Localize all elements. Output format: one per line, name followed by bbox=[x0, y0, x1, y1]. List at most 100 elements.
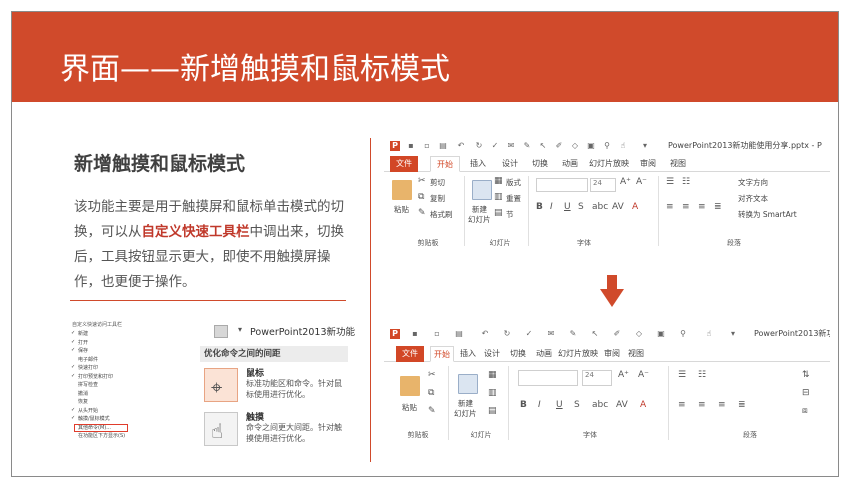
reset-icon[interactable]: ▥ bbox=[488, 388, 497, 398]
draw-icon[interactable]: ✎ bbox=[522, 141, 532, 151]
tab-design[interactable]: 设计 bbox=[496, 156, 524, 172]
format-icon[interactable]: ✐ bbox=[554, 141, 564, 151]
menu-item[interactable]: 从头开始 bbox=[78, 407, 98, 414]
smartart-icon[interactable]: ⧈ bbox=[802, 406, 808, 416]
font-size-select[interactable]: 24 bbox=[582, 370, 612, 386]
menu-item[interactable]: 快速打印 bbox=[78, 364, 98, 371]
picture-icon[interactable]: ▣ bbox=[586, 141, 596, 151]
new-slide-icon[interactable] bbox=[472, 180, 492, 200]
menu-item[interactable]: 打开 bbox=[78, 339, 88, 346]
save-icon[interactable]: ▪ bbox=[410, 329, 420, 339]
bullets-icon[interactable]: ☰ bbox=[666, 177, 674, 187]
underline-icon[interactable]: U bbox=[564, 202, 571, 212]
numbering-icon[interactable]: ☷ bbox=[698, 370, 706, 380]
tab-animations[interactable]: 动画 bbox=[556, 156, 584, 172]
save-icon[interactable]: ▪ bbox=[406, 141, 416, 151]
tab-view[interactable]: 视图 bbox=[624, 346, 648, 362]
strikethrough-icon[interactable]: abc bbox=[592, 400, 608, 410]
picture-icon[interactable]: ▣ bbox=[656, 329, 666, 339]
font-color-icon[interactable]: A bbox=[640, 400, 646, 410]
format-painter-icon[interactable]: ✎ bbox=[428, 406, 436, 416]
redo-icon[interactable]: ↻ bbox=[502, 329, 512, 339]
menu-item[interactable]: 撤消 bbox=[78, 390, 88, 397]
menu-item[interactable]: 打印预览和打印 bbox=[78, 373, 113, 380]
new-icon[interactable]: ▫ bbox=[432, 329, 442, 339]
cut-label[interactable]: 剪切 bbox=[430, 177, 445, 188]
align-left-icon[interactable]: ≡ bbox=[678, 400, 686, 410]
section-label[interactable]: 节 bbox=[506, 209, 514, 220]
italic-icon[interactable]: I bbox=[538, 400, 541, 410]
justify-icon[interactable]: ≣ bbox=[738, 400, 746, 410]
section-icon[interactable]: ▤ bbox=[494, 208, 503, 218]
undo-icon[interactable]: ↶ bbox=[480, 329, 490, 339]
tab-slideshow[interactable]: 幻灯片放映 bbox=[558, 346, 598, 362]
format-icon[interactable]: ✐ bbox=[612, 329, 622, 339]
text-direction-icon[interactable]: ⇅ bbox=[802, 370, 810, 380]
customize-qat-icon[interactable]: ▾ bbox=[640, 141, 650, 151]
email-icon[interactable]: ✉ bbox=[506, 141, 516, 151]
strikethrough-icon[interactable]: abc bbox=[592, 202, 608, 212]
smartart-label[interactable]: 转换为 SmartArt bbox=[738, 209, 797, 220]
menu-item[interactable]: 电子邮件 bbox=[78, 356, 98, 363]
tab-design[interactable]: 设计 bbox=[480, 346, 504, 362]
shape-icon[interactable]: ◇ bbox=[634, 329, 644, 339]
tab-transitions[interactable]: 切换 bbox=[526, 156, 554, 172]
font-name-select[interactable] bbox=[536, 178, 588, 192]
tab-insert[interactable]: 插入 bbox=[464, 156, 492, 172]
touch-mode-option[interactable]: ☝ 触摸 命令之间更大间距。针对触摸使用进行优化。 bbox=[204, 410, 348, 450]
justify-icon[interactable]: ≣ bbox=[714, 202, 722, 212]
menu-item[interactable]: 触摸/鼠标模式 bbox=[78, 415, 110, 422]
tab-home[interactable]: 开始 bbox=[430, 156, 460, 172]
tab-file[interactable]: 文件 bbox=[396, 346, 424, 362]
pointer-icon[interactable]: ↖ bbox=[538, 141, 548, 151]
align-center-icon[interactable]: ≡ bbox=[682, 202, 690, 212]
mouse-mode-option[interactable]: ⌖ 鼠标 标准功能区和命令。针对鼠标使用进行优化。 bbox=[204, 366, 348, 406]
menu-item[interactable]: 拼写检查 bbox=[78, 381, 98, 388]
shape-icon[interactable]: ◇ bbox=[570, 141, 580, 151]
cut-icon[interactable]: ✂ bbox=[418, 176, 426, 186]
tab-slideshow[interactable]: 幻灯片放映 bbox=[586, 156, 632, 172]
tab-insert[interactable]: 插入 bbox=[456, 346, 480, 362]
new-icon[interactable]: ▫ bbox=[422, 141, 432, 151]
tab-review[interactable]: 审阅 bbox=[634, 156, 662, 172]
copy-icon[interactable]: ⧉ bbox=[428, 388, 434, 398]
bold-icon[interactable]: B bbox=[536, 202, 543, 212]
print-icon[interactable]: ▤ bbox=[454, 329, 464, 339]
spacing-icon[interactable]: AV bbox=[612, 202, 624, 212]
print-icon[interactable]: ▤ bbox=[438, 141, 448, 151]
search-icon[interactable]: ⚲ bbox=[678, 329, 688, 339]
copy-icon[interactable]: ⧉ bbox=[418, 192, 424, 202]
shrink-font-icon[interactable]: A⁻ bbox=[638, 370, 649, 380]
shadow-icon[interactable]: S bbox=[574, 400, 580, 410]
search-icon[interactable]: ⚲ bbox=[602, 141, 612, 151]
section-icon[interactable]: ▤ bbox=[488, 406, 497, 416]
email-icon[interactable]: ✉ bbox=[546, 329, 556, 339]
layout-label[interactable]: 版式 bbox=[506, 177, 521, 188]
copy-label[interactable]: 复制 bbox=[430, 193, 445, 204]
paste-icon[interactable] bbox=[400, 376, 420, 396]
underline-icon[interactable]: U bbox=[556, 400, 563, 410]
pointer-icon[interactable]: ↖ bbox=[590, 329, 600, 339]
shrink-font-icon[interactable]: A⁻ bbox=[636, 177, 647, 187]
spelling-icon[interactable]: ✓ bbox=[490, 141, 500, 151]
bullets-icon[interactable]: ☰ bbox=[678, 370, 686, 380]
menu-item[interactable]: 恢复 bbox=[78, 398, 88, 405]
tab-review[interactable]: 审阅 bbox=[600, 346, 624, 362]
reset-label[interactable]: 重置 bbox=[506, 193, 521, 204]
italic-icon[interactable]: I bbox=[550, 202, 553, 212]
spelling-icon[interactable]: ✓ bbox=[524, 329, 534, 339]
format-painter-label[interactable]: 格式刷 bbox=[430, 209, 453, 220]
draw-icon[interactable]: ✎ bbox=[568, 329, 578, 339]
redo-icon[interactable]: ↻ bbox=[474, 141, 484, 151]
menu-item[interactable]: 新建 bbox=[78, 330, 88, 337]
align-left-icon[interactable]: ≡ bbox=[666, 202, 674, 212]
align-right-icon[interactable]: ≡ bbox=[718, 400, 726, 410]
text-direction-label[interactable]: 文字方向 bbox=[738, 177, 768, 188]
numbering-icon[interactable]: ☷ bbox=[682, 177, 690, 187]
font-color-icon[interactable]: A bbox=[632, 202, 638, 212]
layout-icon[interactable]: ▦ bbox=[488, 370, 497, 380]
touch-mode-icon[interactable]: ☝ bbox=[618, 141, 628, 151]
font-size-select[interactable]: 24 bbox=[590, 178, 616, 192]
tab-view[interactable]: 视图 bbox=[664, 156, 692, 172]
spacing-icon[interactable]: AV bbox=[616, 400, 628, 410]
